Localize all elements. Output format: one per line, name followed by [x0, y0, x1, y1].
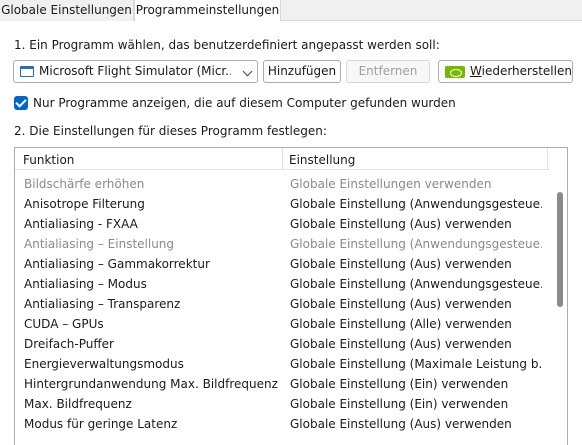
setting-cell: Globale Einstellungen verwenden	[290, 177, 492, 191]
grid-rows: Bildschärfe erhöhen Globale Einstellungen…	[15, 174, 549, 434]
filter-checkbox[interactable]	[14, 96, 28, 110]
chevron-down-icon	[242, 66, 253, 77]
tab-program-settings[interactable]: Programmeinstellungen	[134, 0, 281, 22]
feature-cell: Hintergrundanwendung Max. Bildfrequenz	[24, 377, 278, 391]
restore-button-label: Wiederherstellen	[470, 64, 572, 78]
feature-cell: Antialiasing - FXAA	[24, 217, 138, 231]
table-row[interactable]: Antialiasing – Modus Globale Einstellung …	[15, 274, 549, 294]
table-row[interactable]: Max. Bildfrequenz Globale Einstellung (Ei…	[15, 394, 549, 414]
feature-cell: Dreifach-Puffer	[24, 337, 114, 351]
column-divider-end	[547, 148, 548, 170]
tab-global-settings[interactable]: Globale Einstellungen	[0, 0, 134, 21]
table-row[interactable]: Hintergrundanwendung Max. Bildfrequenz Gl…	[15, 374, 549, 394]
setting-cell: Globale Einstellung (Aus) verwenden	[290, 217, 512, 231]
remove-button[interactable]: Entfernen	[346, 60, 430, 83]
table-row[interactable]: CUDA – GPUs Globale Einstellung (Alle) ve…	[15, 314, 549, 334]
setting-cell: Globale Einstellung (Aus) verwenden	[290, 417, 512, 431]
feature-cell: Bildschärfe erhöhen	[24, 177, 145, 191]
feature-cell: Anisotrope Filterung	[24, 197, 145, 211]
setting-cell: Globale Einstellung (Aus) verwenden	[290, 337, 512, 351]
setting-cell: Globale Einstellung (Aus) verwenden	[290, 257, 512, 271]
settings-grid: Funktion Einstellung Bildschärfe erhöhen…	[14, 147, 568, 445]
setting-cell: Globale Einstellung (Ein) verwenden	[290, 397, 509, 411]
restore-button[interactable]: Wiederherstellen	[438, 60, 573, 83]
table-row[interactable]: Antialiasing – Transparenz Globale Einste…	[15, 294, 549, 314]
feature-cell: Antialiasing – Gammakorrektur	[24, 257, 210, 271]
setting-cell: Globale Einstellung (Maximale Leistung b…	[290, 357, 542, 371]
table-row[interactable]: Anisotrope Filterung Globale Einstellung …	[15, 194, 549, 214]
setting-cell: Globale Einstellung (Anwendungsgesteue..…	[290, 237, 542, 251]
setting-cell: Globale Einstellung (Anwendungsgesteue..…	[290, 277, 542, 291]
feature-cell: Modus für geringe Latenz	[24, 417, 178, 431]
table-row[interactable]: Bildschärfe erhöhen Globale Einstellungen…	[15, 174, 549, 194]
scrollbar-thumb[interactable]	[557, 192, 563, 307]
column-divider[interactable]	[282, 148, 283, 170]
grid-header: Funktion Einstellung	[15, 148, 549, 170]
step2-label: 2. Die Einstellungen für dieses Programm…	[14, 124, 327, 138]
program-select[interactable]: Microsoft Flight Simulator (Micr...	[13, 60, 258, 83]
table-row[interactable]: Energieverwaltungsmodus Globale Einstellu…	[15, 354, 549, 374]
table-row[interactable]: Antialiasing – Gammakorrektur Globale Ein…	[15, 254, 549, 274]
filter-checkbox-label[interactable]: Nur Programme anzeigen, die auf diesem C…	[33, 96, 456, 110]
vertical-scrollbar[interactable]	[553, 170, 567, 445]
tab-bar: Globale Einstellungen Programmeinstellun…	[0, 0, 582, 22]
setting-cell: Globale Einstellung (Anwendungsgesteue..…	[290, 197, 542, 211]
column-header-setting[interactable]: Einstellung	[289, 148, 355, 172]
feature-cell: Antialiasing – Einstellung	[24, 237, 175, 251]
feature-cell: Energieverwaltungsmodus	[24, 357, 184, 371]
feature-cell: Antialiasing – Modus	[24, 277, 147, 291]
setting-cell: Globale Einstellung (Alle) verwenden	[290, 317, 512, 331]
setting-cell: Globale Einstellung (Ein) verwenden	[290, 377, 509, 391]
column-header-feature[interactable]: Funktion	[23, 148, 74, 172]
table-row[interactable]: Dreifach-Puffer Globale Einstellung (Aus)…	[15, 334, 549, 354]
table-row[interactable]: Antialiasing - FXAA Globale Einstellung (…	[15, 214, 549, 234]
application-window-icon	[20, 66, 34, 77]
feature-cell: Antialiasing – Transparenz	[24, 297, 181, 311]
program-select-value: Microsoft Flight Simulator (Micr...	[39, 64, 231, 78]
setting-cell: Globale Einstellung (Aus) verwenden	[290, 297, 512, 311]
table-row[interactable]: Modus für geringe Latenz Globale Einstell…	[15, 414, 549, 434]
add-button[interactable]: Hinzufügen	[263, 60, 341, 83]
feature-cell: CUDA – GPUs	[24, 317, 104, 331]
step1-label: 1. Ein Programm wählen, das benutzerdefi…	[14, 38, 440, 52]
feature-cell: Max. Bildfrequenz	[24, 397, 132, 411]
program-settings-panel: 1. Ein Programm wählen, das benutzerdefi…	[0, 21, 582, 445]
table-row[interactable]: Antialiasing – Einstellung Globale Einste…	[15, 234, 549, 254]
nvidia-logo-icon	[445, 66, 465, 78]
